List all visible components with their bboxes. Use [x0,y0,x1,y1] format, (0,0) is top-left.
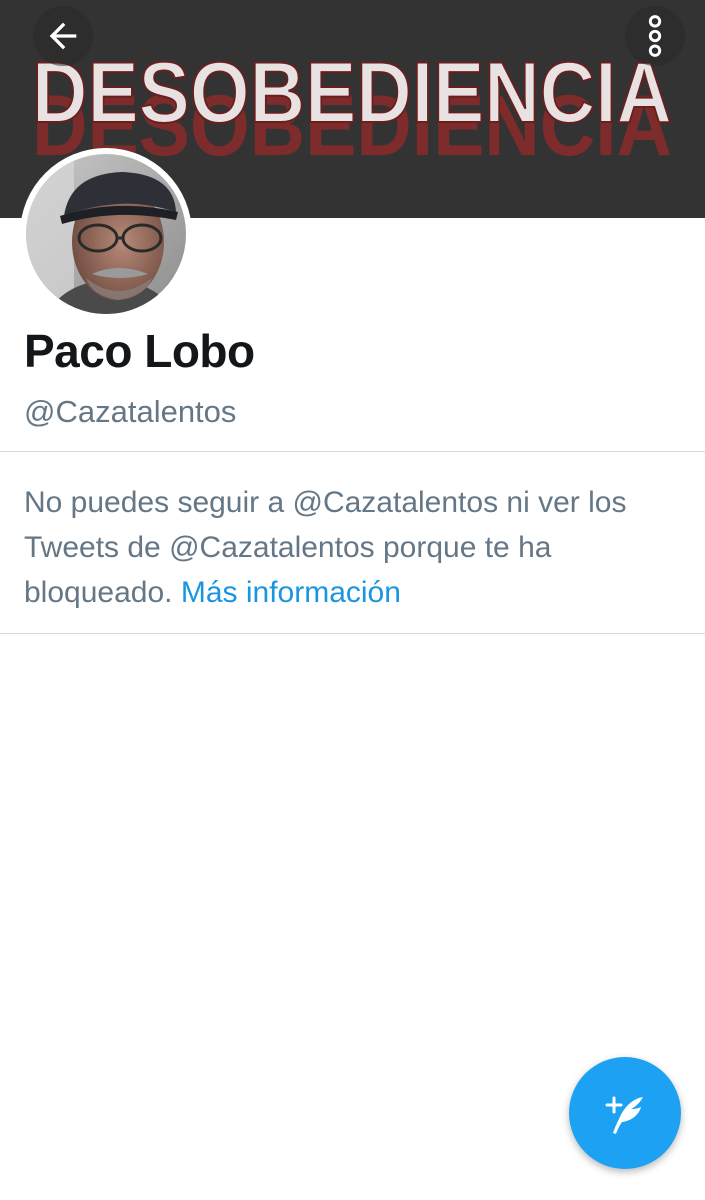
more-options-button[interactable] [625,6,685,66]
banner-title: DESOBEDIENCIA [32,45,672,141]
compose-tweet-icon [605,1096,643,1134]
avatar[interactable] [20,148,192,320]
back-button[interactable] [33,6,93,66]
display-name: Paco Lobo [24,325,255,377]
blocked-notice: No puedes seguir a @Cazatalentos ni ver … [24,480,684,615]
profile-photo [26,154,186,314]
compose-tweet-button[interactable] [569,1057,681,1169]
divider [0,451,705,452]
more-info-link[interactable]: Más información [181,576,401,609]
divider [0,633,705,634]
more-vertical-icon [648,15,662,57]
user-handle: @Cazatalentos [24,394,237,429]
arrow-left-icon [49,22,77,50]
